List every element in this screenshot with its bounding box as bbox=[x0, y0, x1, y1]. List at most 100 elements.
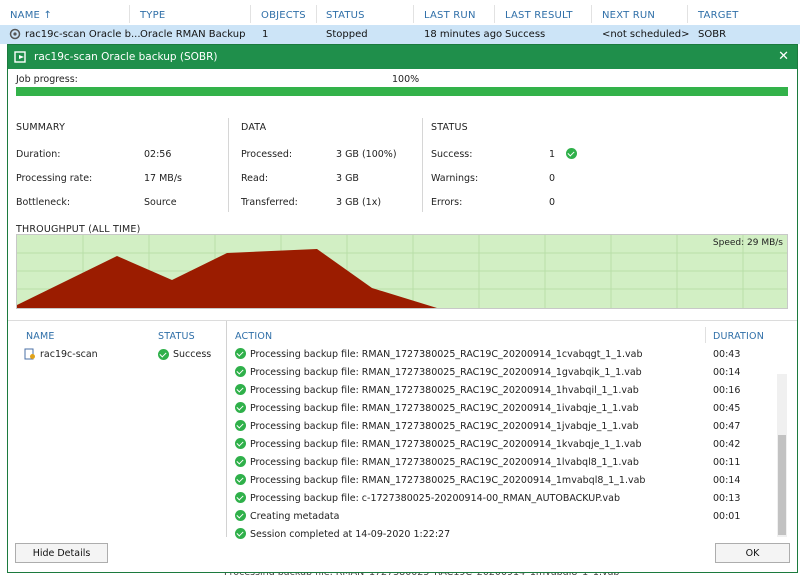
log-action-text: Processing backup file: c-1727380025-202… bbox=[250, 493, 620, 504]
section-divider bbox=[422, 118, 423, 212]
log-row[interactable]: Processing backup file: RMAN_1727380025_… bbox=[228, 471, 776, 489]
transferred-label: Transferred: bbox=[241, 197, 298, 208]
summary-heading: SUMMARY bbox=[16, 122, 66, 133]
log-duration: 00:14 bbox=[713, 475, 741, 486]
log-row[interactable]: Processing backup file: RMAN_1727380025_… bbox=[228, 363, 776, 381]
sort-ascending-icon: ↑ bbox=[43, 10, 53, 21]
log-success-icon bbox=[235, 384, 246, 395]
job-objects-cell: 1 bbox=[262, 29, 269, 40]
log-action-text: Processing backup file: RMAN_1727380025_… bbox=[250, 403, 639, 414]
objects-column-status[interactable]: STATUS bbox=[158, 331, 195, 342]
log-row[interactable]: Processing backup file: RMAN_1727380025_… bbox=[228, 399, 776, 417]
throughput-graph bbox=[17, 235, 787, 308]
column-header-type[interactable]: TYPE bbox=[140, 10, 165, 21]
session-details-dialog: rac19c-scan Oracle backup (SOBR) ✕ Job p… bbox=[7, 44, 798, 573]
log-success-icon bbox=[235, 456, 246, 467]
column-divider bbox=[129, 5, 130, 23]
log-success-icon bbox=[235, 510, 246, 521]
log-column-action[interactable]: ACTION bbox=[235, 331, 272, 342]
log-duration: 00:47 bbox=[713, 421, 741, 432]
log-row[interactable]: Processing backup file: RMAN_1727380025_… bbox=[228, 435, 776, 453]
column-divider bbox=[705, 327, 706, 343]
column-header-last-run[interactable]: LAST RUN bbox=[424, 10, 476, 21]
log-row[interactable]: Processing backup file: RMAN_1727380025_… bbox=[228, 345, 776, 363]
dialog-title: rac19c-scan Oracle backup (SOBR) bbox=[34, 51, 218, 63]
log-action-text: Processing backup file: RMAN_1727380025_… bbox=[250, 385, 639, 396]
errors-label: Errors: bbox=[431, 197, 463, 208]
log-row[interactable]: Creating metadata 00:01 bbox=[228, 507, 776, 525]
success-check-icon bbox=[566, 148, 577, 159]
processing-rate-value: 17 MB/s bbox=[144, 173, 182, 184]
log-row[interactable]: Processing backup file: RMAN_1727380025_… bbox=[228, 453, 776, 471]
job-next-run-cell: <not scheduled> bbox=[602, 29, 690, 40]
throughput-area bbox=[17, 249, 437, 308]
job-last-result-cell: Success bbox=[505, 29, 546, 40]
object-status: Success bbox=[173, 349, 212, 360]
processing-rate-label: Processing rate: bbox=[16, 173, 93, 184]
status-heading: STATUS bbox=[431, 122, 468, 133]
duration-label: Duration: bbox=[16, 149, 61, 160]
job-name-cell: rac19c-scan Oracle b... bbox=[25, 29, 141, 40]
job-progress-fill bbox=[16, 87, 788, 96]
log-success-icon bbox=[235, 474, 246, 485]
column-divider bbox=[591, 5, 592, 23]
dialog-titlebar[interactable]: rac19c-scan Oracle backup (SOBR) ✕ bbox=[8, 45, 797, 69]
object-row[interactable]: rac19c-scan Success bbox=[8, 345, 224, 363]
column-divider bbox=[687, 5, 688, 23]
pane-splitter[interactable] bbox=[226, 321, 227, 537]
warnings-count: 0 bbox=[549, 173, 556, 184]
hide-details-button[interactable]: Hide Details bbox=[15, 543, 108, 563]
log-duration: 00:11 bbox=[713, 457, 741, 468]
column-header-next-run[interactable]: NEXT RUN bbox=[602, 10, 655, 21]
log-action-text: Processing backup file: RMAN_1727380025_… bbox=[250, 421, 639, 432]
read-label: Read: bbox=[241, 173, 269, 184]
job-progress-label: Job progress: bbox=[16, 74, 78, 85]
column-header-name[interactable]: NAME ↑ bbox=[10, 10, 52, 21]
data-heading: DATA bbox=[241, 122, 267, 133]
log-action-text: Processing backup file: RMAN_1727380025_… bbox=[250, 457, 639, 468]
column-header-objects[interactable]: OBJECTS bbox=[261, 10, 306, 21]
log-row[interactable]: Session completed at 14-09-2020 1:22:27 bbox=[228, 525, 776, 543]
bottleneck-value: Source bbox=[144, 197, 177, 208]
column-header-last-result[interactable]: LAST RESULT bbox=[505, 10, 573, 21]
close-icon[interactable]: ✕ bbox=[778, 49, 789, 64]
job-type-cell: Oracle RMAN Backup bbox=[140, 29, 246, 40]
column-header-name-label: NAME bbox=[10, 10, 41, 21]
warnings-label: Warnings: bbox=[431, 173, 479, 184]
log-action-text: Processing backup file: RMAN_1727380025_… bbox=[250, 367, 642, 378]
transferred-value: 3 GB (1x) bbox=[336, 197, 382, 208]
objects-column-name[interactable]: NAME bbox=[26, 331, 55, 342]
success-label: Success: bbox=[431, 149, 473, 160]
log-row[interactable]: Processing backup file: c-1727380025-202… bbox=[228, 489, 776, 507]
log-duration: 00:13 bbox=[713, 493, 741, 504]
ok-button[interactable]: OK bbox=[715, 543, 790, 563]
object-name: rac19c-scan bbox=[40, 349, 98, 360]
throughput-speed-label: Speed: 29 MB/s bbox=[712, 238, 783, 248]
log-duration: 00:45 bbox=[713, 403, 741, 414]
log-success-icon bbox=[235, 366, 246, 377]
column-divider bbox=[316, 5, 317, 23]
log-action-text: Processing backup file: RMAN_1727380025_… bbox=[250, 349, 643, 360]
log-scrollbar-thumb[interactable] bbox=[778, 435, 786, 535]
bottleneck-label: Bottleneck: bbox=[16, 197, 71, 208]
column-header-status[interactable]: STATUS bbox=[326, 10, 365, 21]
column-header-target[interactable]: TARGET bbox=[698, 10, 739, 21]
job-progress-percent: 100% bbox=[392, 74, 420, 85]
oracle-job-icon bbox=[9, 28, 21, 43]
log-column-duration[interactable]: DURATION bbox=[713, 331, 764, 342]
processed-label: Processed: bbox=[241, 149, 293, 160]
details-split-pane: NAME STATUS rac19c-scan Success ACTION D… bbox=[8, 320, 797, 540]
log-action-text: Processing backup file: RMAN_1727380025_… bbox=[250, 439, 642, 450]
log-success-icon bbox=[235, 528, 246, 539]
log-success-icon bbox=[235, 402, 246, 413]
job-target-cell: SOBR bbox=[698, 29, 727, 40]
log-duration: 00:43 bbox=[713, 349, 741, 360]
log-success-icon bbox=[235, 420, 246, 431]
log-row[interactable]: Processing backup file: RMAN_1727380025_… bbox=[228, 381, 776, 399]
log-row[interactable]: Processing backup file: RMAN_1727380025_… bbox=[228, 417, 776, 435]
job-progress-bar bbox=[16, 87, 788, 96]
log-action-text: Session completed at 14-09-2020 1:22:27 bbox=[250, 529, 451, 540]
log-duration: 00:01 bbox=[713, 511, 741, 522]
object-success-icon bbox=[158, 349, 169, 360]
job-last-run-cell: 18 minutes ago bbox=[424, 29, 503, 40]
